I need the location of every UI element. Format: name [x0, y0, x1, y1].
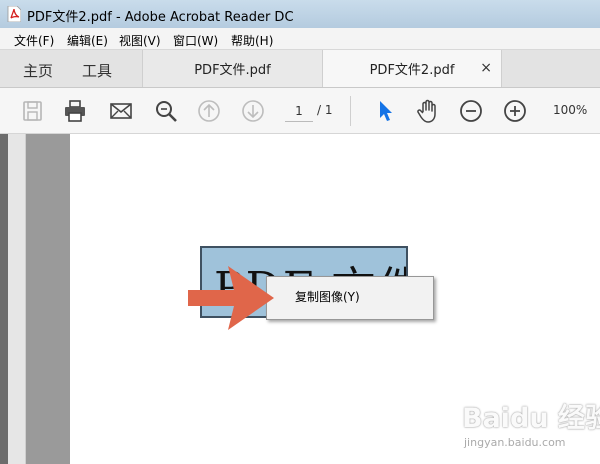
next-page-icon[interactable] [240, 98, 266, 124]
page-total: / 1 [317, 103, 333, 117]
window-title: PDF文件2.pdf - Adobe Acrobat Reader DC [27, 10, 294, 25]
toolbar-divider [350, 96, 351, 126]
tab-bar: 主页 工具 PDF文件.pdf PDF文件2.pdf × [0, 50, 600, 88]
menu-file[interactable]: 文件(F) [14, 32, 54, 49]
menu-help[interactable]: 帮助(H) [231, 32, 273, 49]
tab-document-1[interactable]: PDF文件.pdf [142, 50, 322, 87]
menu-view[interactable]: 视图(V) [119, 32, 161, 49]
find-zoom-icon[interactable] [153, 98, 179, 124]
toolbar: / 1 100% [0, 88, 600, 134]
watermark: Baidu 经验 jingyan.baidu.com [456, 396, 600, 460]
tab-document-2[interactable]: PDF文件2.pdf × [322, 50, 502, 87]
zoom-out-icon[interactable] [458, 98, 484, 124]
context-menu: 复制图像(Y) [266, 276, 434, 320]
menu-edit[interactable]: 编辑(E) [67, 32, 108, 49]
watermark-url: jingyan.baidu.com [464, 436, 566, 449]
close-icon[interactable]: × [480, 60, 492, 76]
acrobat-app-icon [7, 6, 21, 22]
tab-document-2-label: PDF文件2.pdf [369, 63, 455, 78]
print-icon[interactable] [62, 98, 88, 124]
window-left-edge [0, 134, 8, 464]
annotation-arrow-icon [188, 266, 274, 330]
context-menu-copy-image[interactable]: 复制图像(Y) [269, 285, 429, 309]
page-margin [26, 134, 70, 464]
tab-tools[interactable]: 工具 [82, 60, 112, 81]
menu-bar: 文件(F) 编辑(E) 视图(V) 窗口(W) 帮助(H) [0, 28, 600, 50]
context-menu-copy-image-label: 复制图像(Y) [295, 290, 360, 304]
zoom-in-icon[interactable] [502, 98, 528, 124]
menu-window[interactable]: 窗口(W) [173, 32, 218, 49]
select-tool-icon[interactable] [372, 98, 398, 124]
title-bar: PDF文件2.pdf - Adobe Acrobat Reader DC [0, 0, 600, 28]
page-number-input[interactable] [285, 101, 313, 122]
zoom-level[interactable]: 100% [553, 103, 587, 117]
navigation-rail [8, 134, 26, 464]
email-icon[interactable] [108, 98, 134, 124]
save-icon[interactable] [20, 98, 46, 124]
watermark-logo: Baidu 经验 [462, 403, 600, 434]
tab-home[interactable]: 主页 [23, 60, 53, 81]
prev-page-icon[interactable] [196, 98, 222, 124]
hand-tool-icon[interactable] [415, 98, 441, 124]
tab-document-1-label: PDF文件.pdf [194, 63, 271, 78]
